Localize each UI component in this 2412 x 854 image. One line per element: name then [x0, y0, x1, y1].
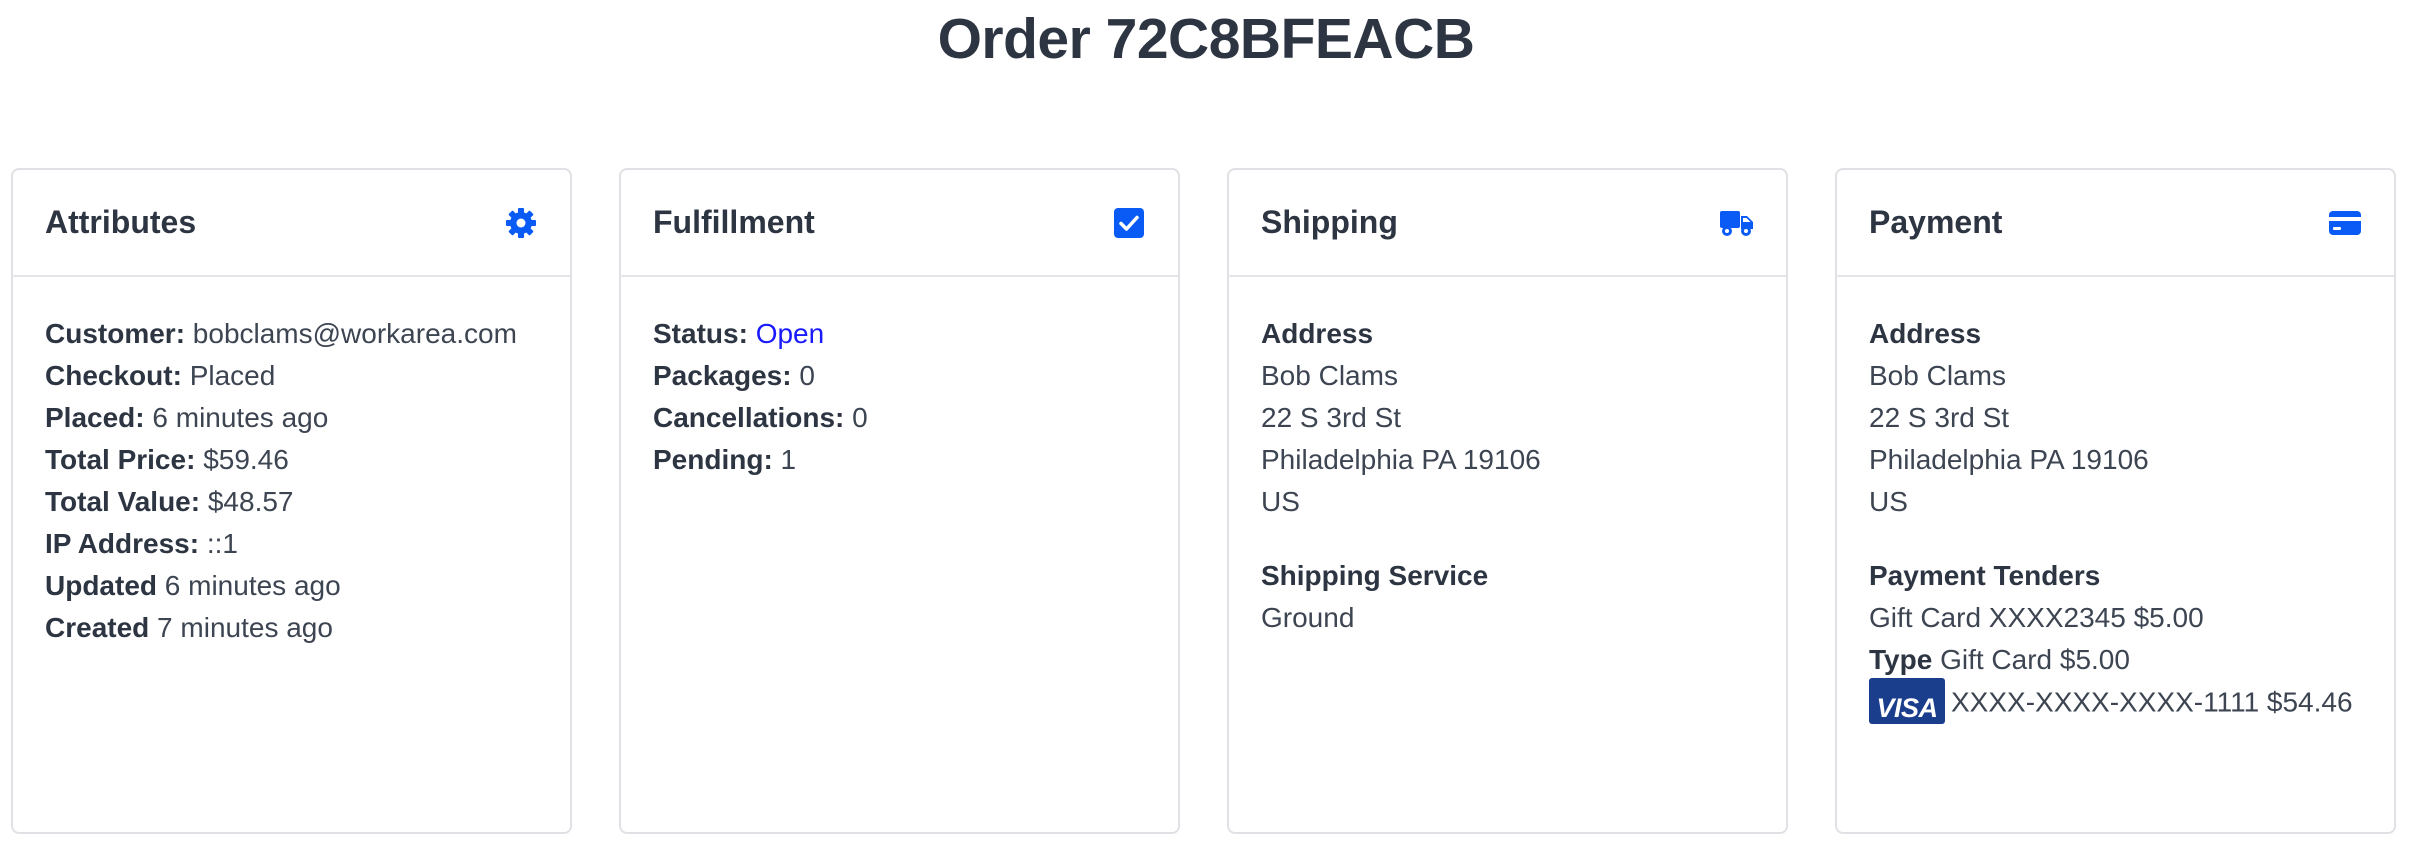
attribute-row-total-value: Total Value: $48.57 — [45, 481, 538, 523]
attribute-value: 6 minutes ago — [164, 570, 341, 601]
visa-card-icon: VISA — [1869, 678, 1945, 724]
fulfillment-row-status: Status: Open — [653, 313, 1146, 355]
shipping-address-line: 22 S 3rd St — [1261, 402, 1402, 433]
fulfillment-card-body: Status: Open Packages: 0 Cancellations: … — [621, 277, 1178, 481]
attributes-card-body: Customer: bobclams@workarea.com Checkout… — [13, 277, 570, 649]
attribute-value: $59.46 — [203, 444, 289, 475]
attribute-value: Placed — [189, 360, 276, 391]
attributes-card-header: Attributes — [13, 170, 570, 277]
tender-type-value: Gift Card $5.00 — [1940, 644, 2130, 675]
attribute-label: Placed: — [45, 402, 145, 433]
attribute-value: bobclams@workarea.com — [192, 318, 517, 349]
fulfillment-value: 0 — [799, 360, 815, 391]
attribute-row-checkout: Checkout: Placed — [45, 355, 538, 397]
attribute-label: Total Price: — [45, 444, 196, 475]
attributes-card-title: Attributes — [45, 204, 197, 240]
attribute-value: 6 minutes ago — [152, 402, 329, 433]
attribute-row-updated: Updated 6 minutes ago — [45, 565, 538, 607]
shipping-address-line: US — [1261, 486, 1300, 517]
fulfillment-label: Packages: — [653, 360, 792, 391]
attribute-row-ip-address: IP Address: ::1 — [45, 523, 538, 565]
payment-address-line: 22 S 3rd St — [1869, 402, 2010, 433]
attributes-card: Attributes Customer: bobclams@workarea.c — [11, 168, 572, 834]
shipping-address-line: Philadelphia PA 19106 — [1261, 444, 1541, 475]
shipping-service-heading: Shipping Service — [1261, 560, 1489, 591]
payment-card: Payment Address Bob Clams 22 S 3rd St Ph… — [1835, 168, 2396, 834]
attribute-row-created: Created 7 minutes ago — [45, 607, 538, 649]
fulfillment-card: Fulfillment Status: Open Packages: 0 Can… — [619, 168, 1180, 834]
tender-type-label: Type — [1869, 644, 1933, 675]
payment-address-line: Bob Clams — [1869, 360, 2006, 391]
shipping-address-line: Bob Clams — [1261, 360, 1398, 391]
status-link[interactable]: Open — [756, 318, 825, 349]
visa-brand-text: VISA — [1876, 693, 1938, 723]
fulfillment-row-pending: Pending: 1 — [653, 439, 1146, 481]
fulfillment-label: Status: — [653, 318, 748, 349]
attribute-label: Customer: — [45, 318, 186, 349]
shipping-service-value: Ground — [1261, 602, 1355, 633]
tender-type-row: Type Gift Card $5.00 — [1869, 639, 2362, 681]
payment-address-heading: Address — [1869, 318, 1982, 349]
fulfillment-card-header: Fulfillment — [621, 170, 1178, 277]
payment-address-line: Philadelphia PA 19106 — [1869, 444, 2149, 475]
shipping-card-title: Shipping — [1261, 204, 1398, 240]
attribute-row-total-price: Total Price: $59.46 — [45, 439, 538, 481]
payment-address-line: US — [1869, 486, 1908, 517]
payment-tenders-heading: Payment Tenders — [1869, 560, 2101, 591]
gift-card-tender: Gift Card XXXX2345 $5.00 — [1869, 602, 2204, 633]
page-title: Order 72C8BFEACB — [937, 7, 1475, 71]
attribute-value: $48.57 — [207, 486, 294, 517]
fulfillment-label: Pending: — [653, 444, 773, 475]
payment-card-body: Address Bob Clams 22 S 3rd St Philadelph… — [1837, 277, 2394, 727]
fulfillment-label: Cancellations: — [653, 402, 845, 433]
attribute-row-placed: Placed: 6 minutes ago — [45, 397, 538, 439]
shipping-card-header: Shipping — [1229, 170, 1786, 277]
attribute-label: Checkout: — [45, 360, 182, 391]
shipping-card-body: Address Bob Clams 22 S 3rd St Philadelph… — [1229, 277, 1786, 639]
shipping-card: Shipping Address Bob Clams 22 S 3rd St P… — [1227, 168, 1788, 834]
credit-card-tender: VISA XXXX-XXXX-XXXX-1111 $54.46 — [1869, 678, 2362, 727]
shipping-address-heading: Address — [1261, 318, 1374, 349]
payment-card-title: Payment — [1869, 204, 2003, 240]
attribute-value: ::1 — [206, 528, 238, 559]
fulfillment-row-packages: Packages: 0 — [653, 355, 1146, 397]
attribute-row-customer: Customer: bobclams@workarea.com — [45, 313, 538, 355]
fulfillment-card-title: Fulfillment — [653, 204, 815, 240]
attribute-label: IP Address: — [45, 528, 200, 559]
fulfillment-value: 1 — [780, 444, 797, 475]
credit-card-icon[interactable] — [2328, 206, 2362, 240]
gear-icon[interactable] — [504, 206, 538, 240]
truck-icon[interactable] — [1720, 206, 1754, 240]
checkbox-checked-icon[interactable] — [1112, 206, 1146, 240]
attribute-label: Updated — [45, 570, 157, 601]
fulfillment-row-cancellations: Cancellations: 0 — [653, 397, 1146, 439]
attribute-value: 7 minutes ago — [157, 612, 333, 643]
credit-card-tender-value: XXXX-XXXX-XXXX-1111 $54.46 — [1951, 686, 2353, 718]
attribute-label: Total Value: — [45, 486, 201, 517]
fulfillment-value: 0 — [852, 402, 868, 433]
payment-card-header: Payment — [1837, 170, 2394, 277]
attribute-label: Created — [45, 612, 150, 643]
